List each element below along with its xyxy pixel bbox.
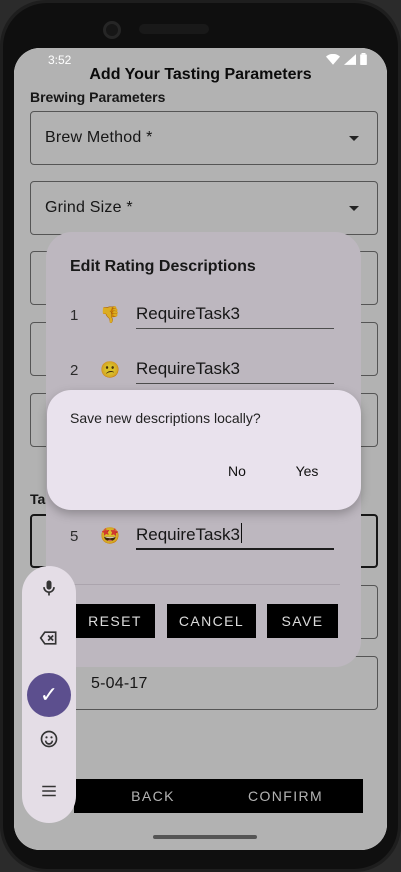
backspace-icon[interactable] — [22, 622, 76, 662]
battery-icon — [360, 53, 367, 68]
no-button[interactable]: No — [217, 463, 257, 479]
check-icon[interactable]: ✓ — [27, 673, 71, 717]
home-indicator[interactable] — [153, 835, 257, 839]
front-camera — [103, 21, 121, 39]
screen: Add Your Tasting Parameters Brewing Para… — [14, 48, 387, 850]
save-confirmation-dialog: Save new descriptions locally? No Yes — [47, 390, 361, 510]
status-time: 3:52 — [48, 53, 72, 67]
status-bar: 3:52 — [14, 48, 387, 70]
signal-icon — [344, 53, 356, 68]
mic-icon[interactable] — [22, 572, 76, 612]
yes-button[interactable]: Yes — [287, 463, 327, 479]
wifi-icon — [326, 53, 340, 68]
phone-frame: Add Your Tasting Parameters Brewing Para… — [0, 0, 401, 872]
emoji-icon[interactable] — [22, 723, 76, 763]
earpiece-speaker — [139, 24, 209, 34]
status-icons — [326, 53, 367, 68]
confirmation-message: Save new descriptions locally? — [70, 410, 261, 426]
floating-keyboard-toolbar: ✓ — [22, 566, 76, 823]
menu-icon[interactable] — [22, 774, 76, 814]
